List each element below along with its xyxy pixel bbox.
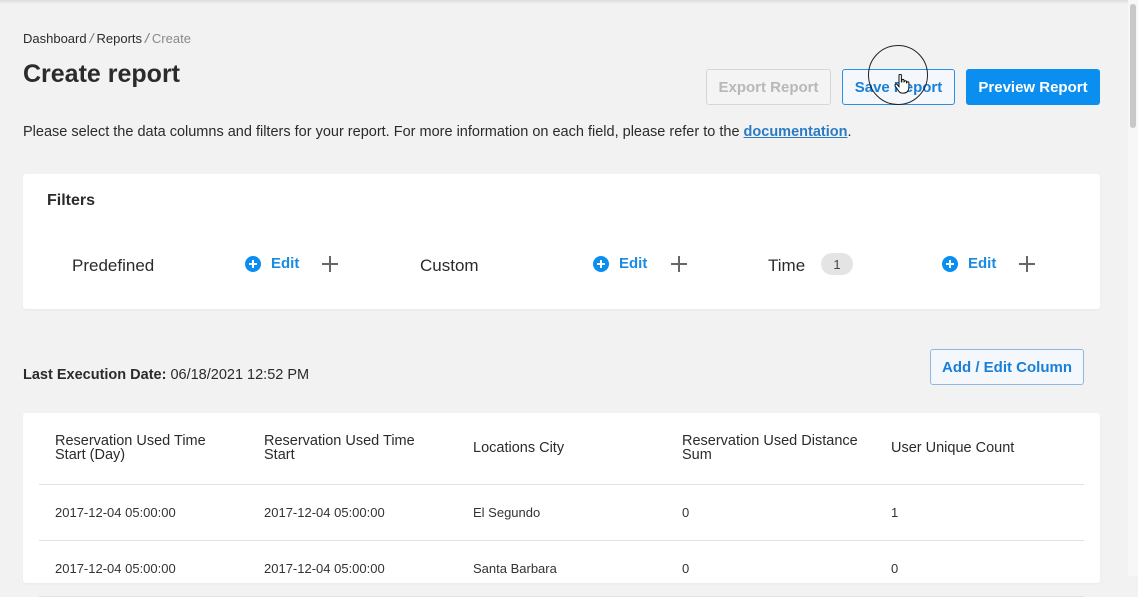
intro-end: .	[847, 124, 852, 140]
filters-title: Filters	[47, 192, 96, 209]
table-header-row: Reservation Used Time Start (Day) Reserv…	[39, 413, 1084, 485]
plus-circle-icon	[942, 255, 958, 272]
breadcrumb-dashboard[interactable]: Dashboard	[23, 31, 87, 46]
add-icon[interactable]	[1019, 256, 1035, 272]
table-cell: 0	[666, 484, 875, 541]
intro-sentence: Please select the data columns and filte…	[23, 124, 744, 140]
breadcrumb: Dashboard / Reports / Create	[23, 30, 191, 46]
add-icon[interactable]	[322, 256, 338, 272]
column-header[interactable]: Reservation Used Distance Sum	[666, 413, 875, 485]
edit-label: Edit	[968, 255, 997, 272]
filter-time-label: Time	[768, 256, 806, 275]
last-execution-value: 06/18/2021 12:52 PM	[170, 367, 310, 383]
filters-card: Filters Predefined Edit Custom Edit Time…	[23, 174, 1100, 309]
filter-time-edit-button[interactable]: Edit	[942, 255, 996, 272]
breadcrumb-separator: /	[145, 30, 149, 46]
add-icon[interactable]	[671, 256, 687, 272]
page-title: Create report	[23, 60, 180, 88]
filter-predefined-label: Predefined	[72, 256, 155, 275]
filter-predefined-edit-button[interactable]: Edit	[245, 255, 299, 272]
filter-custom-edit-button[interactable]: Edit	[593, 255, 647, 272]
documentation-link[interactable]: documentation	[744, 124, 848, 140]
preview-report-button[interactable]: Preview Report	[966, 69, 1100, 105]
last-execution-date: Last Execution Date: 06/18/2021 12:52 PM	[23, 367, 309, 383]
table-cell: 2017-12-04 05:00:00	[248, 540, 457, 597]
intro-text: Please select the data columns and filte…	[23, 124, 852, 140]
save-report-button[interactable]: Save Report	[842, 69, 955, 105]
last-execution-label: Last Execution Date:	[23, 367, 167, 383]
column-header[interactable]: Reservation Used Time Start	[248, 413, 457, 485]
table-cell: 1	[875, 484, 1084, 541]
table-row: 2017-12-04 05:00:00 2017-12-04 05:00:00 …	[39, 484, 1084, 541]
table-cell: 0	[666, 540, 875, 597]
page-scrollbar-thumb[interactable]	[1130, 4, 1136, 128]
top-shadow	[0, 0, 1138, 4]
filter-time-count-badge: 1	[821, 253, 853, 275]
plus-circle-icon	[245, 255, 261, 272]
breadcrumb-reports[interactable]: Reports	[97, 31, 143, 46]
breadcrumb-current: Create	[151, 30, 191, 46]
plus-circle-icon	[593, 255, 609, 272]
table-cell: Santa Barbara	[457, 540, 666, 597]
table-cell: 0	[875, 540, 1084, 597]
edit-label: Edit	[619, 255, 648, 272]
breadcrumb-separator: /	[89, 30, 94, 46]
table-cell: 2017-12-04 05:00:00	[248, 484, 457, 541]
column-header[interactable]: Locations City	[457, 413, 666, 485]
report-table: Reservation Used Time Start (Day) Reserv…	[39, 413, 1084, 597]
add-edit-column-button[interactable]: Add / Edit Column	[930, 349, 1084, 385]
export-report-button[interactable]: Export Report	[706, 69, 831, 105]
table-cell: 2017-12-04 05:00:00	[39, 484, 248, 541]
table-cell: El Segundo	[457, 484, 666, 541]
report-table-card: Reservation Used Time Start (Day) Reserv…	[23, 413, 1100, 597]
table-cell: 2017-12-04 05:00:00	[39, 540, 248, 597]
column-header[interactable]: Reservation Used Time Start (Day)	[39, 413, 248, 485]
table-row: 2017-12-04 05:00:00 2017-12-04 05:00:00 …	[39, 540, 1084, 597]
edit-label: Edit	[271, 255, 300, 272]
column-header[interactable]: User Unique Count	[875, 413, 1084, 485]
filter-custom-label: Custom	[420, 256, 479, 275]
